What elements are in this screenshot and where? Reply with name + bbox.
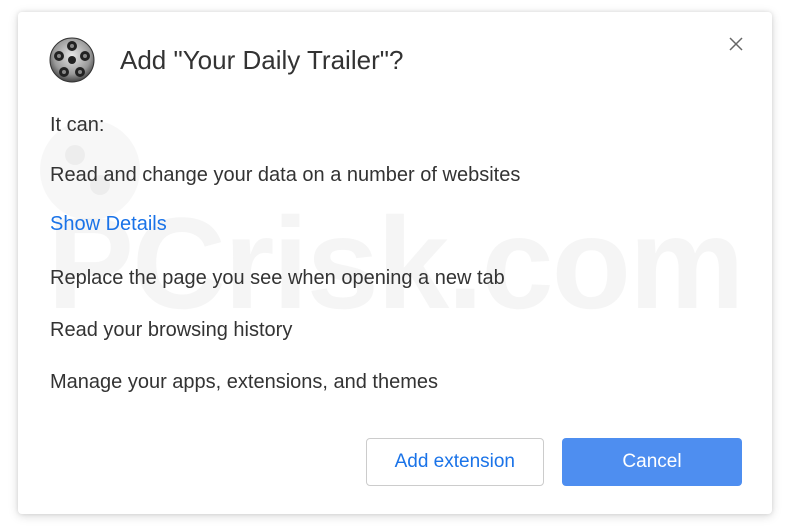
dialog-footer: Add extension Cancel: [48, 428, 742, 486]
close-button[interactable]: [724, 32, 748, 56]
cancel-button[interactable]: Cancel: [562, 438, 742, 486]
dialog-body: It can: Read and change your data on a n…: [48, 114, 742, 428]
permission-item: Read your browsing history: [50, 316, 742, 344]
extension-icon: [48, 36, 96, 84]
dialog-title: Add "Your Daily Trailer"?: [120, 45, 742, 76]
permission-item: Read and change your data on a number of…: [50, 161, 742, 189]
permissions-intro: It can:: [50, 114, 742, 137]
permission-item: Manage your apps, extensions, and themes: [50, 368, 742, 396]
show-details-link[interactable]: Show Details: [50, 213, 167, 236]
close-icon: [727, 35, 745, 53]
add-extension-button[interactable]: Add extension: [366, 438, 544, 486]
extension-install-dialog: Add "Your Daily Trailer"? It can: Read a…: [18, 12, 772, 514]
dialog-header: Add "Your Daily Trailer"?: [48, 36, 742, 114]
permission-item: Replace the page you see when opening a …: [50, 264, 742, 292]
